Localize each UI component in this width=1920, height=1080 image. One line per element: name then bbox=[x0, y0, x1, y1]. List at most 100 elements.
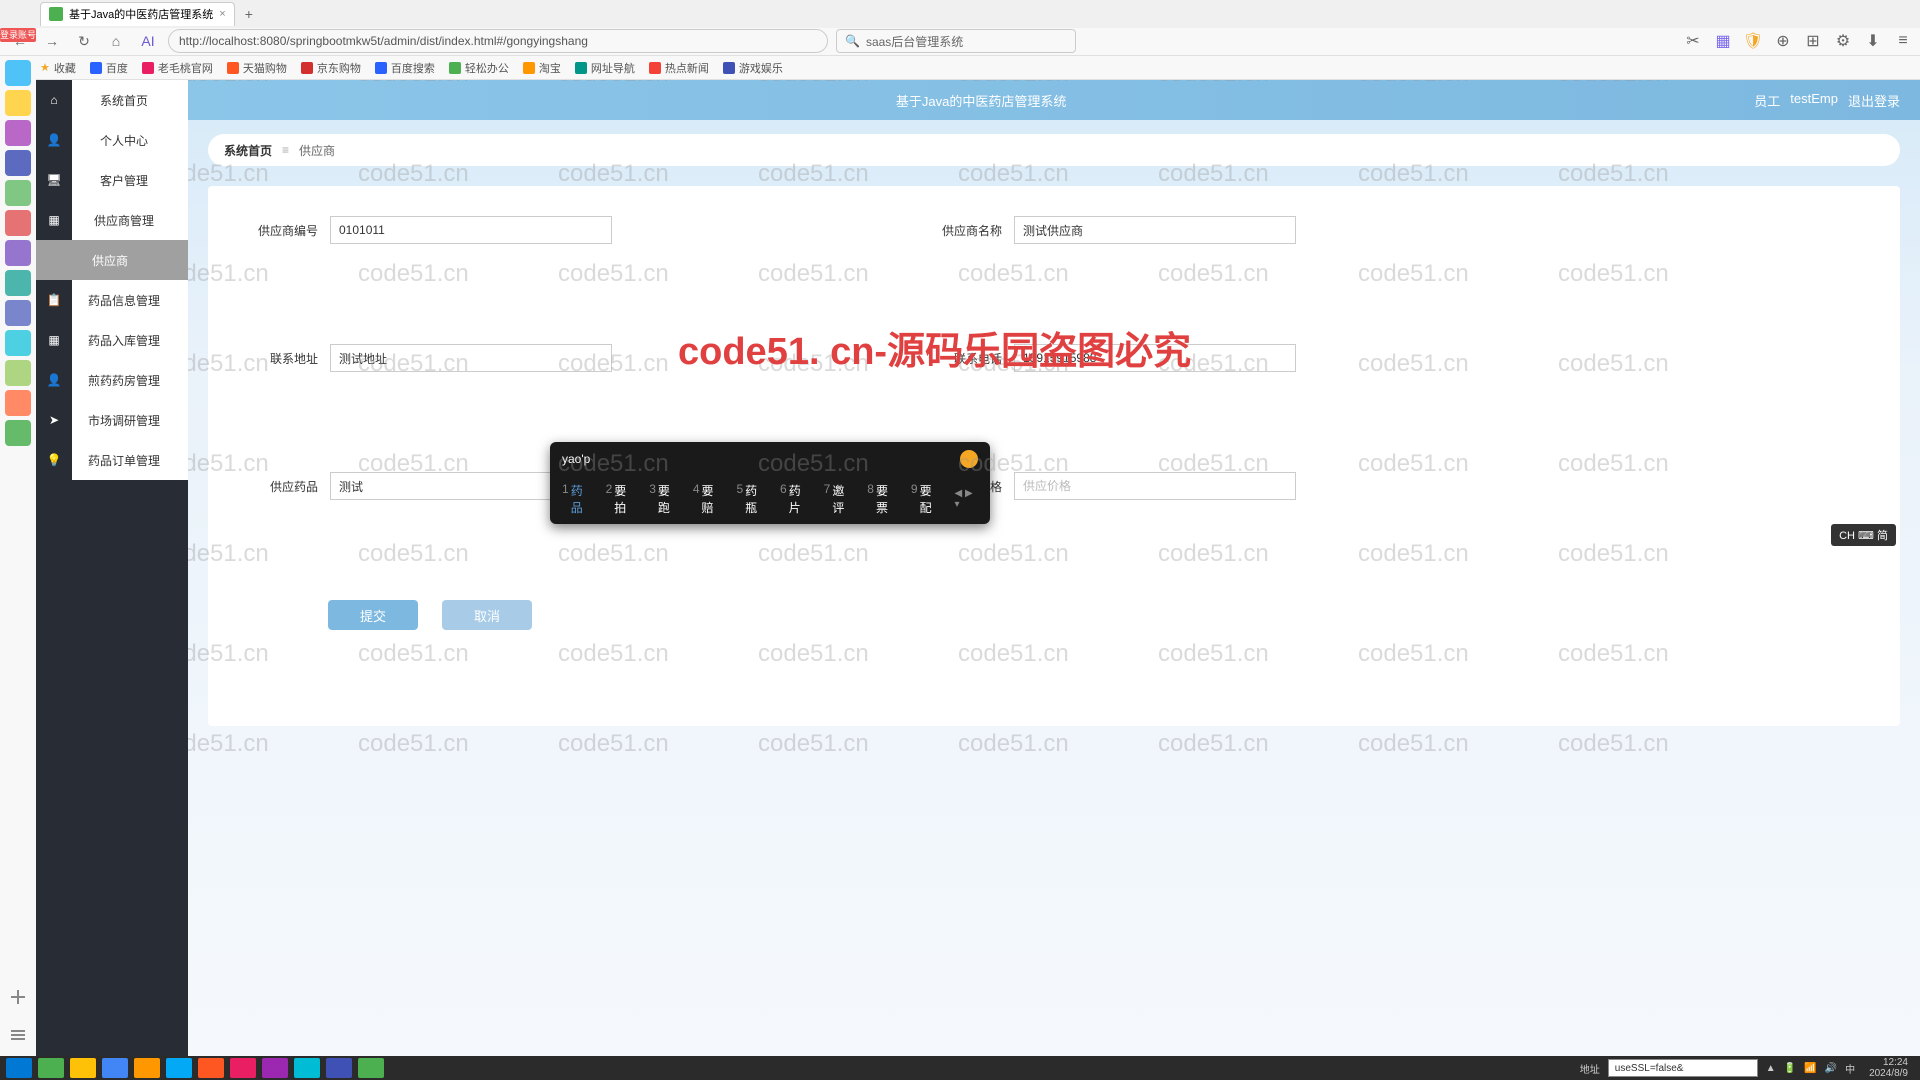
bookmark-tmall[interactable]: 天猫购物 bbox=[227, 60, 287, 76]
ime-candidate[interactable]: 2要拍 bbox=[606, 482, 636, 516]
bookmark-baidu[interactable]: 百度 bbox=[90, 60, 128, 76]
taskbar-app[interactable] bbox=[70, 1058, 96, 1078]
field-address: 联系地址 bbox=[248, 344, 612, 372]
taskbar-app[interactable] bbox=[198, 1058, 224, 1078]
os-app-icon[interactable] bbox=[5, 60, 31, 86]
logout-button[interactable]: 退出登录 bbox=[1848, 91, 1900, 110]
os-app-icon[interactable] bbox=[5, 330, 31, 356]
search-input[interactable]: 🔍 saas后台管理系统 bbox=[836, 29, 1076, 53]
add-icon[interactable] bbox=[5, 984, 31, 1010]
sidebar-item-medicine[interactable]: 📋药品信息管理 bbox=[36, 280, 188, 320]
gear-icon[interactable]: ⚙ bbox=[1834, 32, 1852, 50]
os-app-icon[interactable] bbox=[5, 300, 31, 326]
cancel-button[interactable]: 取消 bbox=[442, 600, 532, 630]
ime-candidate[interactable]: 8要票 bbox=[867, 482, 897, 516]
os-app-icon[interactable] bbox=[5, 120, 31, 146]
ime-candidate[interactable]: 7邀评 bbox=[824, 482, 854, 516]
home-icon[interactable]: ⌂ bbox=[104, 29, 128, 53]
taskbar-addr-field[interactable]: useSSL=false& bbox=[1608, 1059, 1758, 1077]
scissors-icon[interactable]: ✂ bbox=[1684, 32, 1702, 50]
os-app-icon[interactable] bbox=[5, 180, 31, 206]
os-app-icon[interactable] bbox=[5, 390, 31, 416]
sidebar-item-orders[interactable]: 💡药品订单管理 bbox=[36, 440, 188, 480]
taskbar-app[interactable] bbox=[262, 1058, 288, 1078]
taskbar-app[interactable] bbox=[326, 1058, 352, 1078]
grid-icon: ▦ bbox=[36, 320, 72, 360]
shield-icon[interactable]: 🛡 bbox=[1744, 32, 1762, 50]
input-supplier-code[interactable] bbox=[330, 216, 612, 244]
ime-candidate[interactable]: 1药品 bbox=[562, 482, 592, 516]
os-app-icon[interactable] bbox=[5, 420, 31, 446]
browser-tab[interactable]: 基于Java的中医药店管理系统 × bbox=[40, 2, 235, 26]
sidebar-item-pharmacy[interactable]: 👤煎药药房管理 bbox=[36, 360, 188, 400]
taskbar-app[interactable] bbox=[102, 1058, 128, 1078]
sidebar-item-suppliers[interactable]: ▦供应商管理 bbox=[36, 200, 188, 240]
ime-candidate[interactable]: 9要配 bbox=[911, 482, 941, 516]
tray-icon[interactable]: 📶 bbox=[1804, 1063, 1816, 1074]
sidebar-item-stock[interactable]: ▦药品入库管理 bbox=[36, 320, 188, 360]
plus-icon[interactable]: ⊕ bbox=[1774, 32, 1792, 50]
input-address[interactable] bbox=[330, 344, 612, 372]
sidebar-item-home[interactable]: ⌂系统首页 bbox=[36, 80, 188, 120]
favorites-button[interactable]: ★收藏 bbox=[40, 60, 76, 76]
sidebar-item-supplier[interactable]: 供应商 bbox=[36, 240, 188, 280]
taskbar-clock[interactable]: 12:24 2024/8/9 bbox=[1863, 1057, 1914, 1079]
apps-icon[interactable]: ⊞ bbox=[1804, 32, 1822, 50]
bookmark-laomaotao[interactable]: 老毛桃官网 bbox=[142, 60, 213, 76]
reload-icon[interactable]: ↻ bbox=[72, 29, 96, 53]
ime-candidate[interactable]: 4要赔 bbox=[693, 482, 723, 516]
tray-icon[interactable]: 🔋 bbox=[1784, 1063, 1796, 1074]
bookmark-jd[interactable]: 京东购物 bbox=[301, 60, 361, 76]
ime-nav[interactable]: ◀ ▶ ▾ bbox=[954, 488, 978, 510]
taskbar-app[interactable] bbox=[358, 1058, 384, 1078]
sidebar-item-profile[interactable]: 👤个人中心 bbox=[36, 120, 188, 160]
taskbar-app[interactable] bbox=[166, 1058, 192, 1078]
close-icon[interactable]: × bbox=[219, 8, 225, 20]
grid-icon: ▦ bbox=[36, 200, 72, 240]
sidebar-item-customers[interactable]: 🖥客户管理 bbox=[36, 160, 188, 200]
breadcrumb-home[interactable]: 系统首页 bbox=[224, 142, 272, 159]
url-input[interactable]: http://localhost:8080/springbootmkw5t/ad… bbox=[168, 29, 828, 53]
ime-candidate[interactable]: 3要跑 bbox=[649, 482, 679, 516]
tray-ime[interactable]: 中 bbox=[1845, 1061, 1855, 1076]
menu-icon[interactable] bbox=[5, 1022, 31, 1048]
input-price[interactable] bbox=[1014, 472, 1296, 500]
taskbar-addr-label: 地址 bbox=[1580, 1061, 1600, 1076]
bookmark-games[interactable]: 游戏娱乐 bbox=[723, 60, 783, 76]
bookmark-nav[interactable]: 网址导航 bbox=[575, 60, 635, 76]
user-role: 员工 bbox=[1754, 91, 1780, 110]
os-app-icon[interactable] bbox=[5, 150, 31, 176]
taskbar-app[interactable] bbox=[294, 1058, 320, 1078]
os-app-icon[interactable] bbox=[5, 360, 31, 386]
download-icon[interactable]: ⬇ bbox=[1864, 32, 1882, 50]
taskbar-app[interactable] bbox=[230, 1058, 256, 1078]
grid-icon[interactable]: ▦ bbox=[1714, 32, 1732, 50]
user-name[interactable]: testEmp bbox=[1790, 91, 1838, 110]
os-app-icon[interactable] bbox=[5, 270, 31, 296]
tray-icon[interactable]: 🔊 bbox=[1825, 1063, 1837, 1074]
menu-icon[interactable]: ≡ bbox=[1894, 32, 1912, 50]
bookmark-qingsong[interactable]: 轻松办公 bbox=[449, 60, 509, 76]
ime-candidate[interactable]: 5药瓶 bbox=[736, 482, 766, 516]
bookmark-baidu-search[interactable]: 百度搜索 bbox=[375, 60, 435, 76]
sidebar-item-research[interactable]: ➤市场调研管理 bbox=[36, 400, 188, 440]
watermark: code51.cn bbox=[1158, 730, 1269, 758]
emoji-icon[interactable] bbox=[960, 450, 978, 468]
tray-icon[interactable]: ▲ bbox=[1766, 1063, 1776, 1074]
ime-candidate[interactable]: 6药片 bbox=[780, 482, 810, 516]
start-button[interactable] bbox=[6, 1058, 32, 1078]
os-app-icon[interactable] bbox=[5, 90, 31, 116]
os-app-icon[interactable] bbox=[5, 240, 31, 266]
bookmark-taobao[interactable]: 淘宝 bbox=[523, 60, 561, 76]
taskbar-app[interactable] bbox=[38, 1058, 64, 1078]
ai-icon[interactable]: AI bbox=[136, 29, 160, 53]
bookmark-news[interactable]: 热点新闻 bbox=[649, 60, 709, 76]
tab-add-button[interactable]: + bbox=[237, 6, 261, 22]
taskbar-app[interactable] bbox=[134, 1058, 160, 1078]
input-phone[interactable] bbox=[1014, 344, 1296, 372]
site-icon bbox=[723, 62, 735, 74]
os-app-icon[interactable] bbox=[5, 210, 31, 236]
submit-button[interactable]: 提交 bbox=[328, 600, 418, 630]
input-supplier-name[interactable] bbox=[1014, 216, 1296, 244]
forward-icon[interactable]: → bbox=[40, 29, 64, 53]
